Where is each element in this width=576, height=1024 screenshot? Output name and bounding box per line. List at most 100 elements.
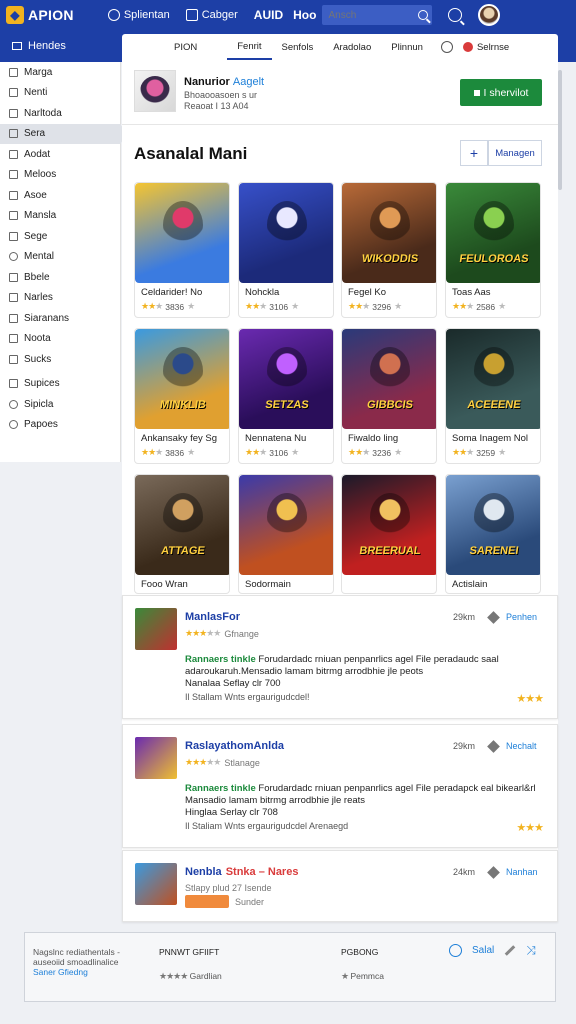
sidebar-item[interactable]: Narles [0,288,120,309]
review-card[interactable]: Nenbla Stnka – Nares Stlapy plud 27 Isende… [122,850,558,922]
review-badge-row: Sunder [185,895,264,908]
app-title-text: Nanurior [184,76,230,88]
review-action-link[interactable]: Nechalt [506,741,537,751]
game-card-art [239,475,333,575]
sidebar-item[interactable]: Mental [0,247,120,268]
game-card[interactable]: BREERUAL [341,474,437,594]
top-nav-item-2[interactable]: Cabger [185,9,238,21]
sidebar-item-label: Siaranans [24,312,70,324]
game-card-name: Ankansaky fey Sg [141,433,218,444]
sidebar-item[interactable]: Supices [0,374,120,395]
sidebar-item[interactable]: Marga [0,62,120,83]
app-title-highlight[interactable]: Aagelt [233,76,264,88]
game-card[interactable]: SETZAS Nennatena Nu ★★★ 3106 ★ [238,328,334,464]
sidebar-item[interactable]: Sipicla [0,394,120,415]
tag-icon [487,739,500,753]
sidebar-item[interactable]: Aodat [0,144,120,165]
tab-plinnun[interactable]: Plinnun [381,34,433,60]
bottom-action-label[interactable]: Salal [472,945,494,956]
review-subtitle: ★★★★★ Gfnange [185,628,259,639]
review-title[interactable]: ManlasFor [185,611,240,623]
search-input[interactable] [328,9,409,21]
review-card[interactable]: RaslayathomAnlda ★★★★★ Stlanage 29km Nechalt… [122,724,558,848]
review-title[interactable]: RaslayathomAnlda [185,740,284,752]
edit-icon[interactable] [504,945,516,956]
help-icon[interactable] [433,34,459,60]
game-card[interactable]: ACEEENE Soma Inagem Nol ★★★ 3259 ★ [445,328,541,464]
sidebar: Marga Nenti Narltoda Sera Aodat Meloos Asoe Man… [0,62,128,462]
review-thumbnail [135,863,177,905]
info-icon[interactable] [449,944,462,957]
app-logo[interactable]: ◆ APION [6,6,74,24]
global-search-icon[interactable] [448,8,463,22]
game-card[interactable]: WIKODDIS Fegel Ko ★★★ 3296 ★ [341,182,437,318]
user-avatar[interactable] [478,4,501,26]
list-icon [9,67,18,77]
sidebar-item[interactable]: Asoe [0,185,120,206]
question-icon [440,41,453,53]
sidebar-item[interactable]: Sege [0,226,120,247]
table-icon [9,313,18,323]
sidebar-item[interactable]: Mansla [0,206,120,227]
empty-star-icon: ★ [187,301,195,311]
install-button[interactable]: I shervilot [460,79,542,106]
review-card[interactable]: ManlasFor ★★★★★ Gfnange 29km Penhen Rannaers … [122,595,558,719]
game-card[interactable]: Nohckla ★★★ 3106 ★ [238,182,334,318]
sidebar-item[interactable]: Sucks [0,349,120,370]
sidebar-item[interactable]: Meloos [0,165,120,186]
top-nav-item-1[interactable]: Splientan [107,9,170,21]
sidebar-item[interactable]: Nenti [0,83,120,104]
tab-bar: PION Fenrit Senfols Aradolao Plinnun Sel… [122,34,558,60]
tab-senfols[interactable]: Senfols [272,34,324,60]
scrollbar[interactable] [558,70,562,190]
game-card[interactable]: FEULOROAS Toas Aas ★★★ 2586 ★ [445,182,541,318]
sidebar-item[interactable]: Sera [0,123,128,144]
review-badge[interactable] [185,895,229,908]
search-icon[interactable] [418,10,429,20]
game-card-meta: ★★★ 2586 ★ [446,298,540,315]
game-card[interactable]: GIBBCIS Fiwaldo ling ★★★ 3236 ★ [341,328,437,464]
review-thumbnail [135,737,177,779]
search-box[interactable] [322,5,433,25]
tab-aradolao[interactable]: Aradolao [323,34,381,60]
game-card-art-text: MINKLIB [159,399,207,411]
sidebar-item[interactable]: Noota [0,329,120,350]
game-card-name: Fooo Wran [141,579,188,590]
home-link[interactable]: Hendes [12,40,66,52]
review-title-suffix: Stnka – Nares [225,866,299,878]
brand-label-2[interactable]: Hoo [293,8,316,22]
game-card-art [239,183,333,283]
game-card-art: FEULOROAS [446,183,540,283]
game-card-meta: ★★★ 3836 ★ [135,298,229,315]
review-subtitle: ★★★★★ Stlanage [185,757,260,768]
manage-button[interactable]: Managen [488,140,542,166]
review-action-link[interactable]: Nanhan [506,867,538,877]
add-button[interactable]: + [460,140,488,166]
sidebar-item[interactable]: Narltoda [0,103,120,124]
review-body: Rannaers tinkle Forudardadc rniuan penpa… [185,783,545,819]
game-card[interactable]: MINKLIB Ankansaky fey Sg ★★★ 3836 ★ [134,328,230,464]
game-card[interactable]: Celdarider! No ★★★ 3836 ★ [134,182,230,318]
sidebar-item-label: Supices [24,378,60,390]
tab-fenrit[interactable]: Fenrit [227,34,272,60]
shuffle-icon[interactable]: ⤨ [526,943,536,958]
sidebar-item[interactable]: Papoes [0,415,120,436]
review-line3: Hinglaa Serlay clr 708 [185,807,278,818]
tab-pion[interactable]: PION [122,34,227,60]
game-card[interactable]: Sodormain [238,474,334,594]
review-title-text: RaslayathomAnlda [185,740,285,752]
bottom-info-link[interactable]: Saner Gfiedng [33,967,143,977]
review-action-link[interactable]: Penhen [506,612,537,622]
game-card[interactable]: ATTAGE Fooo Wran [134,474,230,594]
review-line3: Nanalaa Seflay clr 700 [185,678,281,689]
rating-stars-icon: ★★★★ [159,971,188,981]
brand-label[interactable]: AUID [254,8,283,22]
game-card[interactable]: SARENEI Actislain [445,474,541,594]
sidebar-item[interactable]: Bbele [0,267,120,288]
review-title[interactable]: Nenbla Stnka – Nares [185,866,298,878]
top-bar: ◆ APION Splientan Cabger AUID Hoo [0,0,576,30]
game-card-name: Fegel Ko [348,287,387,298]
sidebar-item-label: Meloos [24,169,57,181]
sidebar-item[interactable]: Siaranans [0,308,120,329]
tab-selrnse[interactable]: Selrnse [459,34,513,60]
